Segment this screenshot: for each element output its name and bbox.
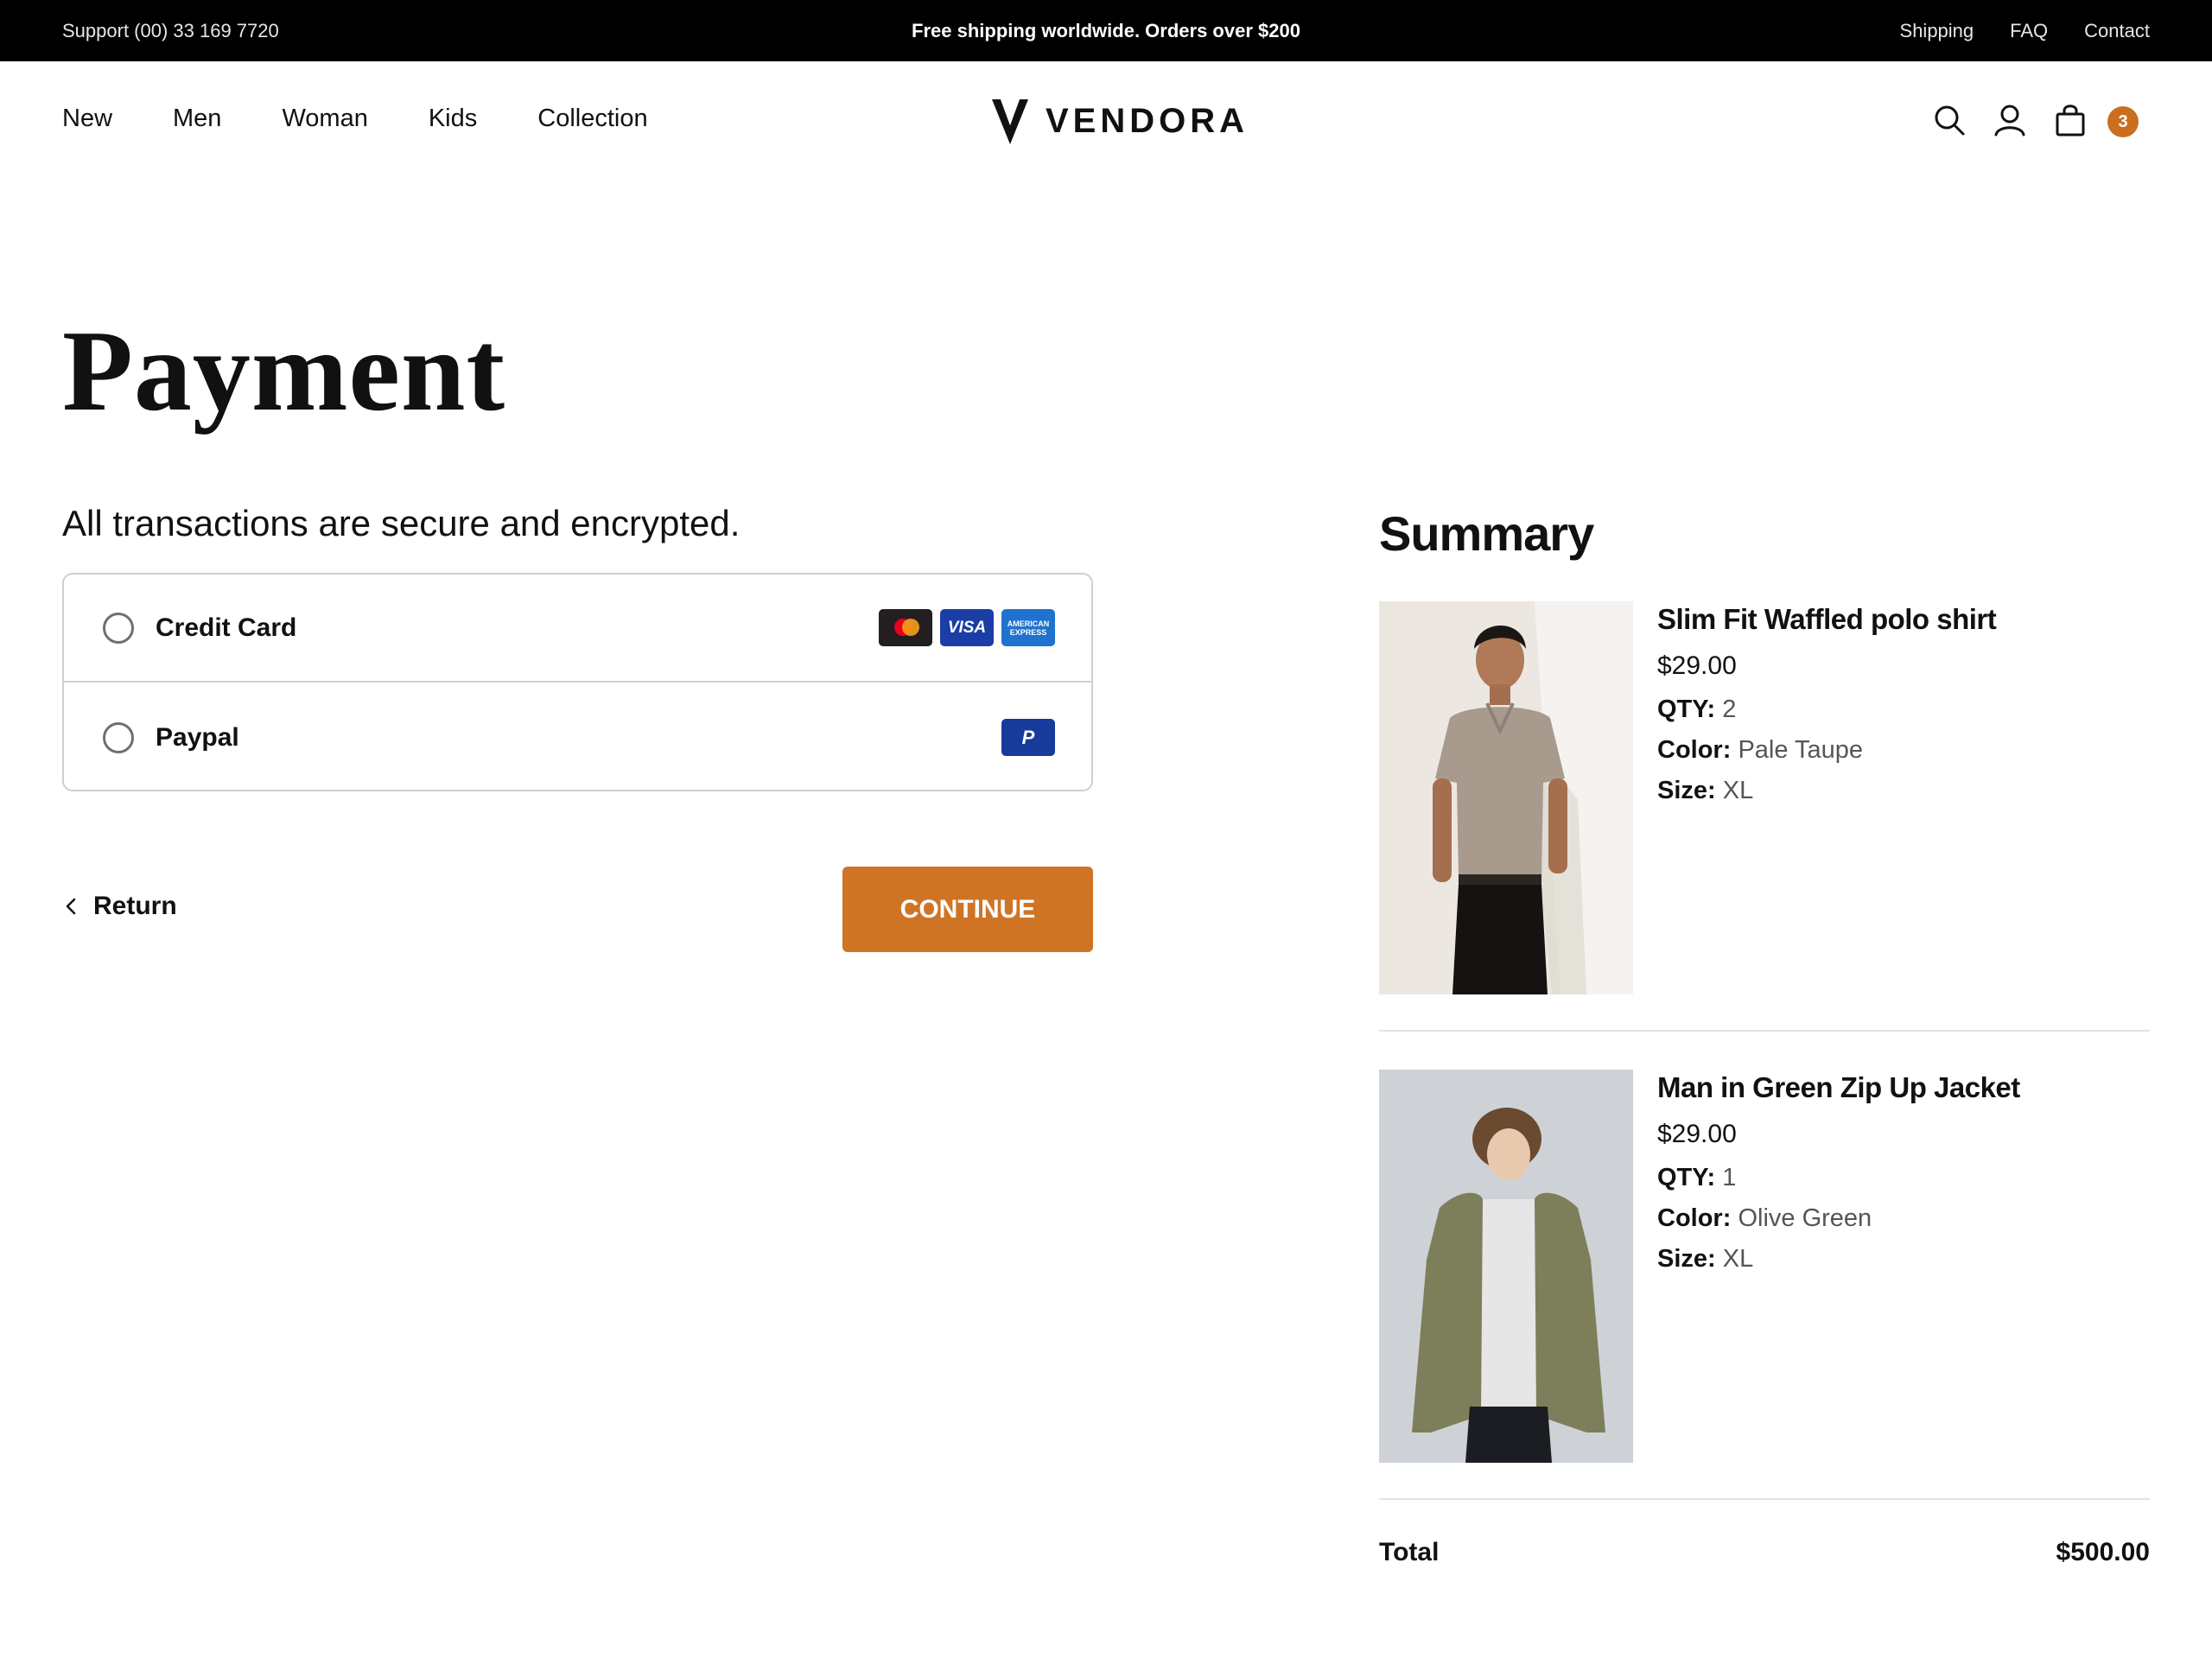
chevron-left-icon [66, 898, 76, 915]
payment-methods: Credit Card VISA AMERICAN EXPRESS Paypal… [62, 573, 1093, 791]
total-value: $500.00 [2056, 1538, 2150, 1566]
vendora-logo-icon [992, 99, 1028, 144]
size-value: XL [1722, 1245, 1754, 1273]
shopping-bag-icon[interactable] [2053, 103, 2088, 137]
product-name[interactable]: Man in Green Zip Up Jacket [1657, 1071, 2020, 1104]
total-label: Total [1379, 1538, 1440, 1566]
qty-label: QTY: [1657, 696, 1716, 723]
brand-logo[interactable]: VENDORA [990, 96, 1249, 146]
utility-links: Shipping FAQ Contact [1900, 0, 2150, 61]
payment-option-credit-card[interactable]: Credit Card VISA AMERICAN EXPRESS [64, 575, 1091, 683]
product-size: Size: XL [1657, 1245, 2020, 1274]
product-color: Color: Olive Green [1657, 1204, 2020, 1233]
credit-card-radio[interactable] [103, 612, 134, 644]
size-label: Size: [1657, 1245, 1716, 1273]
faq-link[interactable]: FAQ [2010, 20, 2048, 42]
qty-value: 1 [1722, 1164, 1737, 1191]
brand-name: VENDORA [1046, 101, 1249, 140]
product-size: Size: XL [1657, 777, 1996, 805]
paypal-icon: P [1001, 719, 1055, 756]
nav-item-kids[interactable]: Kids [429, 105, 477, 133]
return-label: Return [93, 892, 177, 920]
paypal-logo: P [1001, 719, 1055, 756]
summary-divider [1379, 1030, 2150, 1032]
size-label: Size: [1657, 777, 1716, 804]
size-value: XL [1722, 777, 1754, 804]
contact-link[interactable]: Contact [2084, 20, 2150, 42]
card-logos: VISA AMERICAN EXPRESS [879, 609, 1055, 646]
nav-item-collection[interactable]: Collection [537, 105, 647, 133]
product-qty: QTY: 1 [1657, 1164, 2020, 1192]
site-header: New Men Woman Kids Collection VENDORA 3 [0, 61, 2212, 186]
color-label: Color: [1657, 1204, 1732, 1232]
continue-button[interactable]: CONTINUE [842, 867, 1093, 952]
summary-item-info: Slim Fit Waffled polo shirt $29.00 QTY: … [1657, 601, 1997, 805]
color-value: Olive Green [1738, 1204, 1872, 1232]
paypal-label: Paypal [156, 722, 239, 752]
product-image-polo[interactable] [1379, 601, 1633, 994]
amex-icon: AMERICAN EXPRESS [1001, 609, 1055, 646]
return-link[interactable]: Return [62, 892, 177, 921]
summary-title: Summary [1379, 506, 1594, 561]
shipping-promo: Free shipping worldwide. Orders over $20… [912, 20, 1300, 41]
payment-option-paypal[interactable]: Paypal P [64, 683, 1091, 791]
qty-value: 2 [1722, 696, 1737, 723]
paypal-radio[interactable] [103, 721, 134, 753]
page-title: Payment [62, 307, 506, 435]
summary-item-info: Man in Green Zip Up Jacket $29.00 QTY: 1… [1657, 1070, 2020, 1274]
color-label: Color: [1657, 736, 1732, 764]
nav-item-woman[interactable]: Woman [282, 105, 367, 133]
secure-note: All transactions are secure and encrypte… [62, 503, 741, 543]
mastercard-icon [879, 609, 932, 646]
cart-count-badge: 3 [2107, 106, 2139, 137]
product-image-jacket[interactable] [1379, 1070, 1633, 1463]
product-price: $29.00 [1657, 1120, 1737, 1148]
summary-divider [1379, 1498, 2150, 1500]
product-color: Color: Pale Taupe [1657, 736, 1996, 765]
visa-icon: VISA [940, 609, 994, 646]
color-value: Pale Taupe [1738, 736, 1864, 764]
main-nav: New Men Woman Kids Collection [62, 105, 648, 133]
product-qty: QTY: 2 [1657, 696, 1996, 724]
account-icon[interactable] [1993, 103, 2027, 137]
product-price: $29.00 [1657, 651, 1737, 680]
shipping-link[interactable]: Shipping [1900, 20, 1974, 42]
product-name[interactable]: Slim Fit Waffled polo shirt [1657, 603, 1997, 636]
announcement-bar: Support (00) 33 169 7720 Free shipping w… [0, 0, 2212, 61]
header-actions [1932, 103, 2088, 137]
credit-card-label: Credit Card [156, 613, 297, 642]
nav-item-new[interactable]: New [62, 105, 112, 133]
search-icon[interactable] [1932, 103, 1967, 137]
qty-label: QTY: [1657, 1164, 1716, 1191]
nav-item-men[interactable]: Men [173, 105, 221, 133]
